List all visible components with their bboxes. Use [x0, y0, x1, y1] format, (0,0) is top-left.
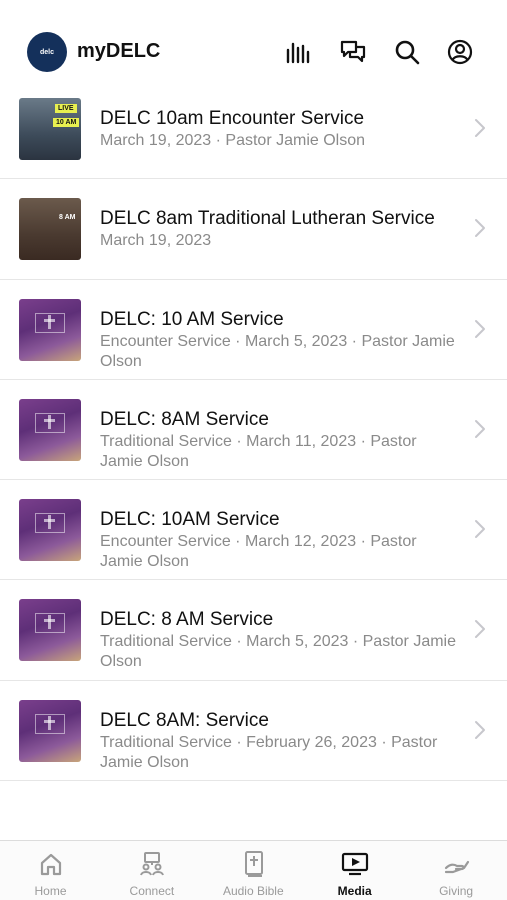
chevron-right-icon	[473, 518, 487, 540]
media-thumbnail	[19, 699, 81, 762]
media-subtitle: March 19, 2023	[100, 232, 212, 250]
media-subtitle: Traditional Service · March 5, 2023 · Pa…	[100, 633, 456, 671]
media-thumbnail: LIVE 10 AM	[19, 98, 81, 160]
home-icon	[36, 850, 66, 878]
media-list-item[interactable]: DELC: 10 AM Service Encounter Service · M…	[0, 280, 507, 380]
media-title: DELC: 10 AM Service	[100, 308, 284, 330]
media-thumbnail: 8 AM	[19, 198, 81, 261]
messages-icon[interactable]	[337, 36, 369, 68]
media-subtitle: Encounter Service · March 12, 2023 · Pas…	[100, 533, 417, 571]
media-title: DELC: 8AM Service	[100, 408, 269, 430]
media-subtitle: Encounter Service · March 5, 2023 · Past…	[100, 332, 455, 370]
media-title: DELC 8am Traditional Lutheran Service	[100, 208, 435, 230]
chevron-right-icon	[473, 318, 487, 340]
thumbnail-text: 8 AM	[59, 214, 76, 222]
media-list-item[interactable]: 8 AM DELC 8am Traditional Lutheran Servic…	[0, 179, 507, 280]
media-thumbnail	[19, 599, 81, 662]
tab-audio-bible[interactable]: Audio Bible	[203, 841, 304, 900]
media-list-item[interactable]: DELC: 10AM Service Encounter Service · Ma…	[0, 480, 507, 581]
media-title: DELC 8AM: Service	[100, 709, 269, 731]
chevron-right-icon	[473, 719, 487, 741]
app-title: myDELC	[77, 40, 161, 62]
tab-label: Audio Bible	[222, 884, 284, 898]
media-list-item[interactable]: DELC: 8 AM Service Traditional Service · …	[0, 580, 507, 681]
tab-home[interactable]: Home	[0, 841, 101, 900]
connect-icon	[137, 850, 167, 878]
bible-icon	[239, 850, 269, 878]
media-title: DELC: 8 AM Service	[100, 609, 274, 631]
giving-icon	[442, 850, 472, 878]
chevron-right-icon	[473, 418, 487, 440]
search-icon[interactable]	[391, 36, 423, 68]
tab-label: Giving	[439, 884, 474, 898]
profile-icon[interactable]	[444, 36, 476, 68]
media-list-item[interactable]: LIVE 10 AM DELC 10am Encounter Service Marc…	[0, 79, 507, 180]
media-icon	[340, 850, 370, 878]
media-thumbnail	[19, 499, 81, 562]
thumbnail-badge: LIVE	[55, 104, 77, 113]
chevron-right-icon	[473, 618, 487, 640]
media-title: DELC 10am Encounter Service	[100, 108, 365, 129]
tab-connect[interactable]: Connect	[101, 841, 202, 900]
tab-label: Media	[337, 884, 372, 898]
media-subtitle: March 19, 2023 · Pastor Jamie Olson	[100, 132, 366, 149]
library-icon[interactable]	[282, 36, 314, 68]
media-subtitle: Traditional Service · March 11, 2023 · P…	[100, 432, 417, 470]
media-list-item[interactable]: DELC 8AM: Service Traditional Service · F…	[0, 681, 507, 782]
tab-media[interactable]: Media	[304, 841, 405, 900]
chevron-right-icon	[473, 117, 487, 139]
thumbnail-text: 10 AM	[53, 118, 80, 127]
media-list-item[interactable]: DELC: 8AM Service Traditional Service · M…	[0, 380, 507, 481]
tab-label: Connect	[129, 884, 175, 898]
tab-giving[interactable]: Giving	[406, 841, 507, 900]
church-logo[interactable]: delc	[27, 32, 67, 72]
media-title: DELC: 10AM Service	[100, 509, 280, 531]
tab-bar: Home Connect Audio Bible Media Giving	[0, 840, 507, 900]
tab-label: Home	[34, 884, 67, 898]
chevron-right-icon	[473, 217, 487, 239]
media-subtitle: Traditional Service · February 26, 2023 …	[100, 733, 438, 771]
media-thumbnail	[19, 298, 81, 361]
media-list: LIVE 10 AM DELC 10am Encounter Service Marc…	[0, 79, 507, 782]
media-thumbnail	[19, 398, 81, 461]
logo-text: delc	[39, 48, 54, 56]
